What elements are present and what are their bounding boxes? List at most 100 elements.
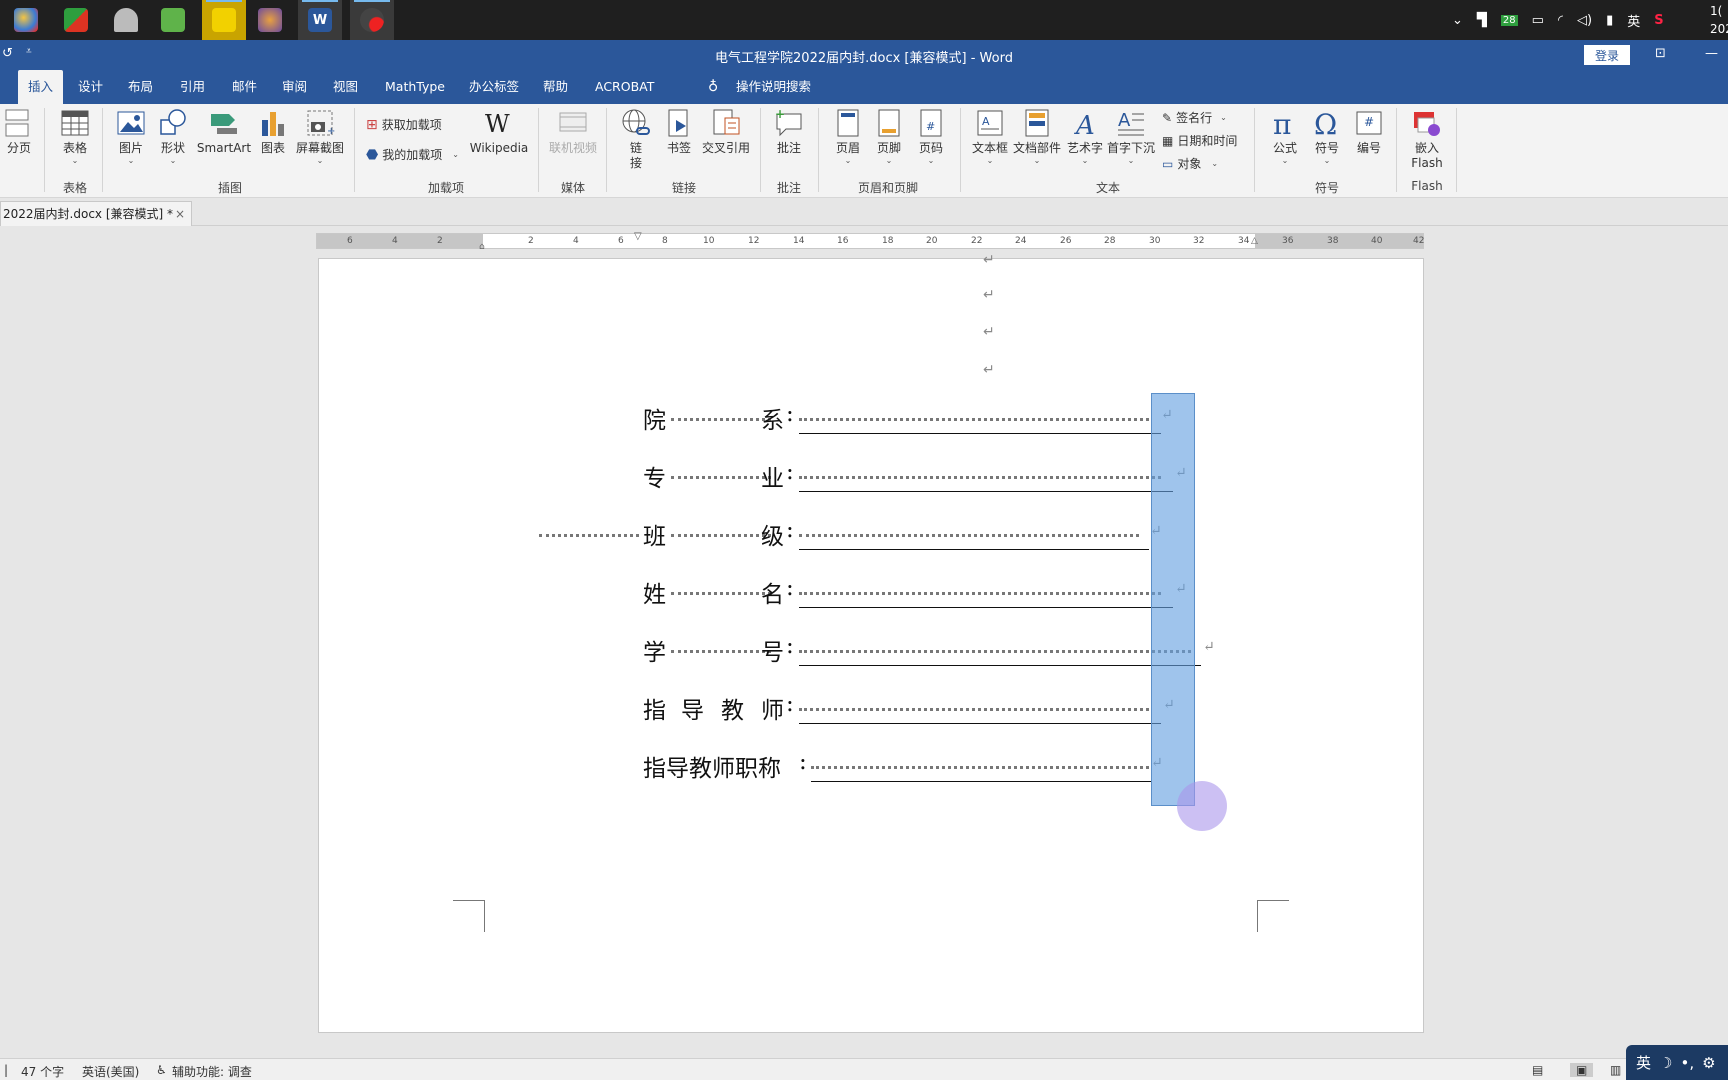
screenshot-icon: +: [307, 110, 335, 137]
form-underline[interactable]: [811, 781, 1151, 782]
cross-reference-button[interactable]: 交叉引用: [700, 108, 752, 156]
bookmark-button[interactable]: 书签: [664, 108, 694, 156]
group-separator: [1456, 108, 1457, 192]
new-comment-button[interactable]: + 批注: [774, 108, 804, 156]
form-underline[interactable]: [799, 607, 1173, 608]
word-count[interactable]: 47 个字: [21, 1063, 64, 1080]
tab-layout[interactable]: 布局: [118, 70, 163, 104]
form-underline[interactable]: [799, 549, 1149, 550]
app-icon-yellow[interactable]: [202, 0, 246, 40]
accessibility-status[interactable]: 辅助功能: 调查: [172, 1063, 252, 1080]
drop-cap-button[interactable]: A 首字下沉 ⌄: [1106, 108, 1156, 165]
screenshot-button[interactable]: + 屏幕截图 ⌄: [294, 108, 346, 165]
moon-icon[interactable]: ☽: [1659, 1054, 1672, 1072]
smartart-button[interactable]: SmartArt: [197, 108, 251, 156]
mic-icon[interactable]: ▮: [1606, 13, 1613, 28]
app-icon-gray[interactable]: [104, 0, 148, 40]
right-indent-icon[interactable]: △: [1251, 236, 1258, 246]
footer-label: 页脚: [876, 141, 901, 155]
form-underline[interactable]: [799, 491, 1173, 492]
ribbon-display-icon[interactable]: ⊡: [1655, 46, 1666, 61]
minimize-icon[interactable]: —: [1705, 46, 1718, 61]
link-label-1: 链: [629, 141, 642, 155]
tab-office-tabs[interactable]: 办公标签: [459, 70, 529, 104]
chart-button[interactable]: 图表: [258, 108, 288, 156]
link-button[interactable]: 链 接: [621, 108, 651, 171]
object-button[interactable]: ▭ 对象 ⌄: [1162, 155, 1218, 172]
login-button[interactable]: 登录: [1584, 45, 1630, 65]
get-addins-button[interactable]: ⊞ 获取加载项: [366, 116, 442, 133]
tab-view[interactable]: 视图: [323, 70, 368, 104]
form-underline[interactable]: [799, 433, 1161, 434]
picture-button[interactable]: 图片 ⌄: [116, 108, 146, 165]
tell-me-search[interactable]: 操作说明搜索: [736, 70, 811, 104]
battery-icon[interactable]: ▭: [1532, 13, 1544, 28]
web-layout-icon[interactable]: ▥: [1610, 1063, 1621, 1077]
page-number-icon: #: [920, 109, 942, 137]
date-time-button[interactable]: ▦ 日期和时间: [1162, 132, 1237, 149]
horizontal-ruler[interactable]: 6 4 2 2 4 6 8 10 12 14 16 18 20 22 24 26…: [316, 231, 1424, 252]
close-tab-icon[interactable]: ×: [175, 202, 185, 226]
equation-button[interactable]: π 公式 ⌄: [1270, 108, 1300, 165]
dot-leader: [671, 533, 771, 537]
group-label-illustrations: 插图: [217, 181, 242, 195]
my-addins-button[interactable]: ⬣ 我的加载项 ⌄: [366, 146, 459, 163]
header-button[interactable]: 页眉 ⌄: [833, 108, 863, 165]
tab-references[interactable]: 引用: [170, 70, 215, 104]
symbol-button[interactable]: Ω 符号 ⌄: [1312, 108, 1342, 165]
shapes-button[interactable]: 形状 ⌄: [158, 108, 188, 165]
print-layout-icon[interactable]: ▣: [1570, 1063, 1594, 1077]
chevron-up-icon[interactable]: ⌄: [1452, 13, 1463, 28]
language-indicator[interactable]: 英语(美国): [82, 1063, 139, 1080]
paint-app-icon[interactable]: [4, 0, 48, 40]
read-mode-icon[interactable]: ▤: [1532, 1063, 1543, 1077]
tab-mathtype[interactable]: MathType: [375, 70, 455, 104]
form-colon: :: [786, 633, 794, 659]
form-underline[interactable]: [799, 723, 1161, 724]
form-underline[interactable]: [799, 665, 1201, 666]
svg-text:W: W: [485, 110, 510, 138]
tab-review[interactable]: 审阅: [272, 70, 317, 104]
ime-toolbar[interactable]: 英 ☽ •, ⚙: [1626, 1045, 1728, 1080]
chevron-down-icon: ⌄: [1211, 159, 1219, 168]
ime-language[interactable]: 英: [1636, 1052, 1651, 1073]
record-app-icon[interactable]: [350, 0, 394, 40]
embed-flash-button[interactable]: 嵌入 Flash: [1408, 108, 1446, 171]
punctuation-icon[interactable]: •,: [1680, 1054, 1694, 1072]
tab-design[interactable]: 设计: [68, 70, 113, 104]
ruler-tick: 4: [392, 236, 398, 246]
signature-line-button[interactable]: ✎ 签名行 ⌄: [1162, 109, 1227, 126]
tray-badge[interactable]: 28: [1500, 14, 1518, 26]
quick-parts-button[interactable]: 文档部件 ⌄: [1012, 108, 1062, 165]
footer-button[interactable]: 页脚 ⌄: [874, 108, 904, 165]
online-video-button[interactable]: 联机视频: [546, 108, 600, 156]
sogou-icon[interactable]: S: [1654, 13, 1663, 28]
wifi-icon[interactable]: ◜: [1558, 13, 1563, 28]
wordart-button[interactable]: A 艺术字 ⌄: [1066, 108, 1104, 165]
document-tab[interactable]: 2022届内封.docx [兼容模式] * ×: [0, 201, 192, 226]
word-app-icon[interactable]: W: [298, 0, 342, 40]
dot-leader: [811, 765, 1149, 769]
tray-app-icon[interactable]: ▜: [1477, 13, 1487, 28]
indent-marker-icon[interactable]: ⌂: [479, 242, 485, 252]
tab-mailings[interactable]: 邮件: [222, 70, 267, 104]
app-icon-colorful[interactable]: [248, 0, 292, 40]
table-label: 表格: [62, 141, 87, 155]
tab-help[interactable]: 帮助: [533, 70, 578, 104]
tab-insert[interactable]: 插入: [18, 70, 64, 104]
number-button[interactable]: # 编号: [1354, 108, 1384, 156]
clock[interactable]: 1( 202: [1710, 2, 1728, 38]
input-language[interactable]: 英: [1627, 11, 1640, 30]
first-line-indent-icon[interactable]: ▽: [634, 231, 642, 242]
text-box-button[interactable]: A 文本框 ⌄: [970, 108, 1010, 165]
volume-icon[interactable]: ◁): [1577, 13, 1592, 28]
document-page[interactable]: ↵ ↵ ↵ ↵ 院 系 : ↵ 专 业 : ↵ 班 级 : ↵ 姓 名 :: [318, 252, 1424, 1033]
app-icon-green[interactable]: [151, 0, 195, 40]
tab-acrobat[interactable]: ACROBAT: [585, 70, 664, 104]
settings-gear-icon[interactable]: ⚙: [1702, 1054, 1715, 1072]
app-icon-red-green[interactable]: [54, 0, 98, 40]
table-button[interactable]: 表格 ⌄: [58, 108, 92, 165]
page-number-button[interactable]: # 页码 ⌄: [916, 108, 946, 165]
wikipedia-button[interactable]: W Wikipedia: [468, 108, 530, 156]
page-break-button[interactable]: 分页: [4, 108, 34, 156]
